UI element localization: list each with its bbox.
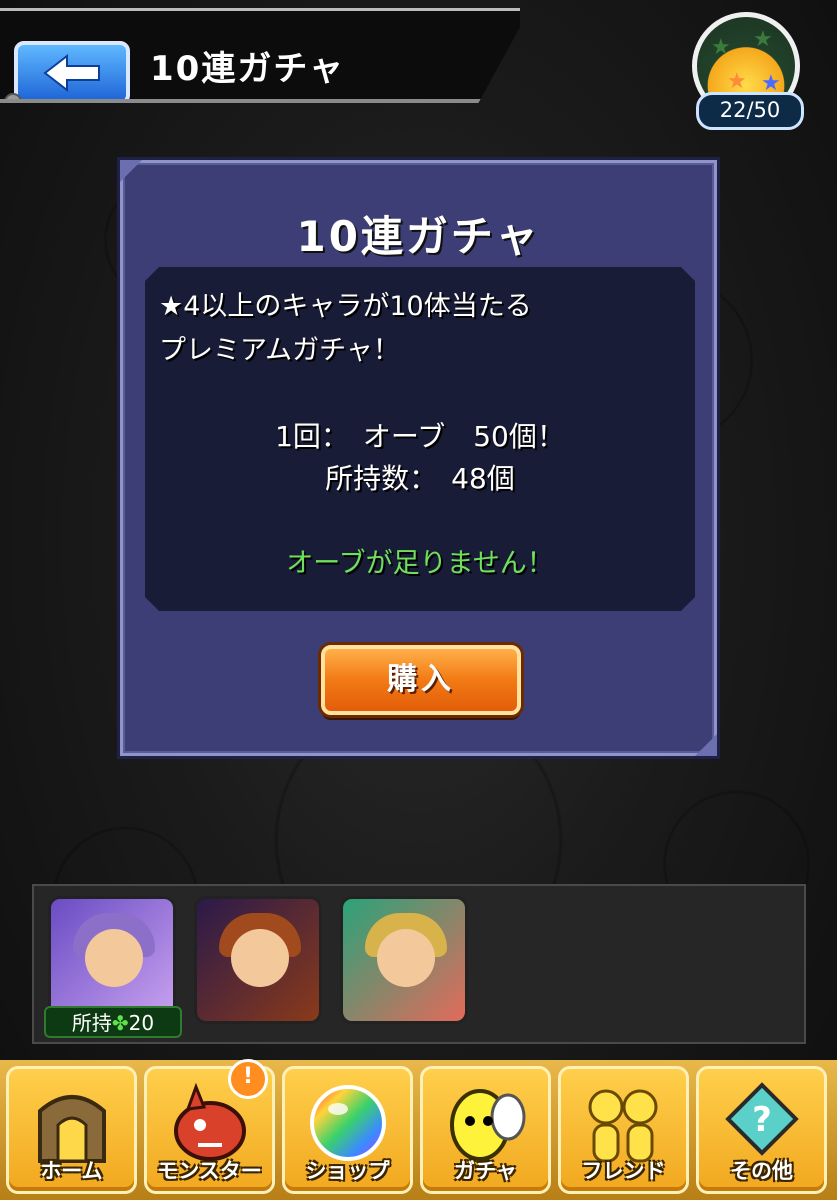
character-card[interactable]: [340, 896, 468, 1024]
back-arrow-icon: [43, 54, 100, 92]
character-card[interactable]: [48, 896, 176, 1024]
star-icon: ★: [711, 35, 731, 60]
nav-home[interactable]: ホーム: [6, 1066, 137, 1194]
gacha-description: ★4以上のキャラが10体当たる プレミアムガチャ！: [159, 285, 532, 373]
page-title: 10連ガチャ: [150, 49, 345, 89]
star-icon: ★: [727, 69, 747, 94]
owned-orbs-text: 所持数： 48個: [325, 462, 515, 495]
buy-button[interactable]: 購入: [321, 645, 521, 715]
back-button[interactable]: [14, 41, 130, 103]
character-face: [85, 929, 143, 987]
nav-gacha[interactable]: ガチャ: [420, 1066, 551, 1194]
cost-text: 1回： オーブ 50個！: [275, 420, 565, 453]
dialog-title: 10連ガチャ: [296, 212, 541, 261]
egg-icon: [449, 1089, 525, 1161]
alert-badge: !: [228, 1059, 268, 1099]
character-face: [231, 929, 289, 987]
description-line: プレミアムガチャ！: [159, 335, 400, 366]
rainbow-orb-icon: [309, 1085, 386, 1161]
character-strip: 所持✤20: [32, 884, 806, 1044]
nav-label: モンスター: [157, 1159, 262, 1183]
character-card[interactable]: [194, 896, 322, 1024]
nav-label: ガチャ: [454, 1159, 517, 1183]
friends-icon: [588, 1089, 657, 1163]
top-header: 10連ガチャ: [0, 8, 520, 103]
bottom-nav: ホーム ! モンスター ショップ ガチャ フレンド ? その他: [0, 1059, 837, 1200]
owned-badge: 所持✤20: [44, 1006, 182, 1038]
nav-label: フレンド: [581, 1159, 666, 1183]
character-face: [377, 929, 435, 987]
star-icon: ★: [753, 27, 773, 52]
stamina-counter: 22/50: [696, 92, 804, 130]
gate-icon: [37, 1095, 106, 1163]
info-box: ★4以上のキャラが10体当たる プレミアムガチャ！ 1回： オーブ 50個！ 所…: [145, 267, 695, 611]
svg-text:?: ?: [752, 1100, 772, 1140]
nav-label: ホーム: [40, 1159, 103, 1183]
nav-monster[interactable]: ! モンスター: [144, 1059, 275, 1194]
nav-label: ショップ: [305, 1159, 390, 1183]
insufficient-orbs-warning: オーブが足りません！: [286, 548, 554, 579]
nav-shop[interactable]: ショップ: [282, 1066, 413, 1194]
nav-other[interactable]: ? その他: [696, 1066, 827, 1194]
nav-label: その他: [730, 1159, 793, 1183]
gacha-dialog: 10連ガチャ ★4以上のキャラが10体当たる プレミアムガチャ！ 1回： オーブ…: [120, 160, 717, 756]
nav-friend[interactable]: フレンド: [558, 1066, 689, 1194]
owned-label: 所持: [71, 1011, 112, 1035]
owned-count: 20: [128, 1011, 155, 1035]
question-icon: ?: [724, 1082, 799, 1156]
description-line: ★4以上のキャラが10体当たる: [159, 291, 532, 322]
clover-icon: ✤: [111, 1011, 129, 1035]
